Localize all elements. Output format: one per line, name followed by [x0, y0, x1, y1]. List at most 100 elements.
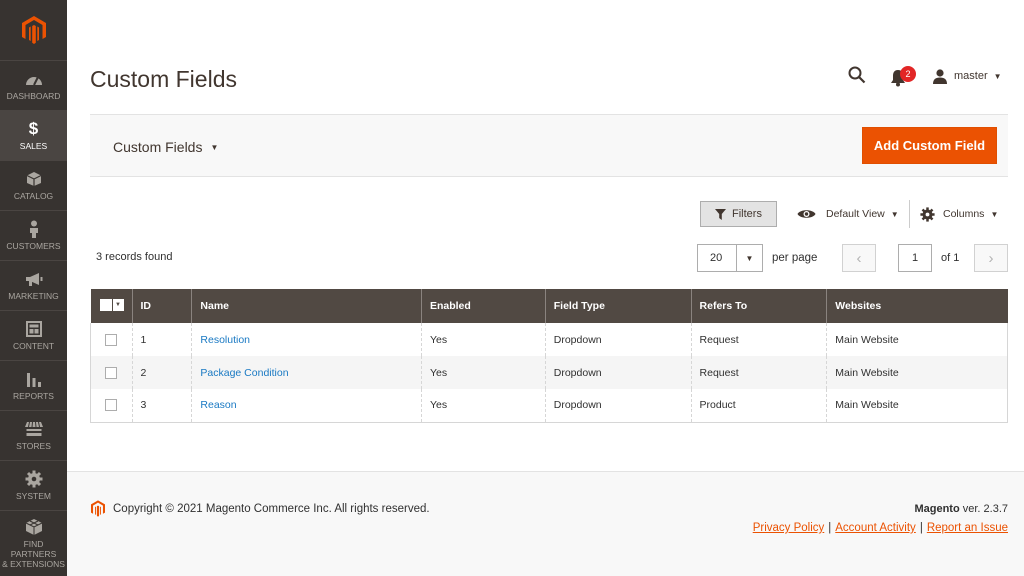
view-label: Default View	[826, 208, 885, 220]
cell-refers-to: Request	[690, 356, 827, 389]
sidebar-item-label: System	[16, 491, 51, 501]
sidebar-item-reports[interactable]: Reports	[0, 360, 67, 410]
columns-switcher[interactable]: Columns ▼	[920, 205, 998, 223]
select-all-checkbox[interactable]	[99, 298, 112, 311]
sidebar-item-system[interactable]: System	[0, 460, 67, 510]
account-activity-link[interactable]: Account Activity	[835, 522, 916, 534]
sidebar-item-customers[interactable]: Customers	[0, 210, 67, 260]
gear-icon	[920, 206, 935, 222]
column-header-field-type[interactable]: Field Type	[544, 289, 692, 323]
version-info: Magento ver. 2.3.7	[914, 503, 1008, 515]
sidebar-item-label: & Extensions	[2, 559, 65, 569]
cell-websites: Main Website	[826, 356, 1008, 389]
sidebar-item-label: Find Partners	[10, 539, 57, 559]
sidebar-item-marketing[interactable]: Marketing	[0, 260, 67, 310]
previous-page-button[interactable]: ‹	[842, 244, 876, 272]
cell-name: Resolution	[191, 323, 422, 356]
chevron-down-icon[interactable]: ▼	[736, 245, 762, 271]
cell-name: Reason	[191, 389, 422, 423]
person-icon	[28, 220, 40, 238]
view-switcher[interactable]: Default View ▼	[797, 205, 899, 223]
current-page-input[interactable]	[898, 244, 932, 272]
username-label: master	[954, 70, 988, 82]
cell-field-type: Dropdown	[544, 323, 692, 356]
row-checkbox[interactable]	[105, 333, 117, 346]
sidebar-item-catalog[interactable]: Catalog	[0, 160, 67, 210]
cell-websites: Main Website	[826, 323, 1008, 356]
sidebar-item-label: Catalog	[13, 191, 54, 201]
cell-id: 3	[131, 389, 192, 423]
chevron-left-icon: ‹	[856, 249, 862, 267]
chevron-down-icon: ▼	[210, 142, 219, 152]
chevron-down-icon[interactable]: ▼	[112, 298, 124, 311]
chevron-down-icon: ▼	[990, 209, 999, 219]
sidebar-item-content[interactable]: Content	[0, 310, 67, 360]
filters-button[interactable]: Filters	[700, 201, 777, 227]
sidebar-item-stores[interactable]: Stores	[0, 410, 67, 460]
cell-enabled: Yes	[420, 356, 546, 389]
row-checkbox[interactable]	[105, 366, 117, 379]
per-page-value: 20	[710, 252, 723, 264]
user-account-menu[interactable]: master ▼	[932, 67, 1002, 85]
columns-label: Columns	[943, 208, 985, 220]
magento-logo-icon	[21, 16, 46, 44]
divider	[909, 200, 910, 228]
filter-icon	[715, 208, 727, 220]
mass-select-header[interactable]: ▼	[90, 289, 132, 323]
table-row[interactable]: 2 Package Condition Yes Dropdown Request…	[90, 356, 1008, 389]
sidebar-item-label: Customers	[6, 241, 61, 251]
column-header-id[interactable]: ID	[131, 289, 192, 323]
column-header-enabled[interactable]: Enabled	[420, 289, 546, 323]
column-header-refers-to[interactable]: Refers To	[690, 289, 827, 323]
row-checkbox-cell	[90, 389, 132, 423]
field-name-link[interactable]: Resolution	[200, 334, 250, 346]
add-custom-field-button[interactable]: Add Custom Field	[862, 127, 997, 164]
cell-id: 2	[131, 356, 192, 389]
gear-icon	[25, 470, 43, 488]
footer-links: Privacy Policy | Account Activity | Report a…	[753, 522, 1008, 534]
user-icon	[933, 68, 947, 84]
total-pages-label: of 1	[941, 252, 960, 264]
cell-websites: Main Website	[826, 389, 1008, 423]
version-number: ver. 2.3.7	[959, 503, 1008, 515]
table-row[interactable]: 1 Resolution Yes Dropdown Request Main W…	[90, 323, 1008, 356]
sidebar-item-sales[interactable]: $ Sales	[0, 110, 67, 160]
link-separator: |	[828, 522, 832, 534]
admin-sidebar: Dashboard $ Sales Catalog Customers Mark…	[0, 0, 67, 576]
eye-icon	[797, 210, 816, 218]
privacy-policy-link[interactable]: Privacy Policy	[753, 522, 825, 534]
custom-fields-table: ▼ ID Name Enabled Field Type Refers To W…	[90, 289, 1008, 423]
store-icon	[24, 420, 43, 438]
row-checkbox[interactable]	[105, 399, 117, 412]
sidebar-item-label: Reports	[13, 391, 54, 401]
megaphone-icon	[25, 270, 43, 288]
sidebar-item-label: Dashboard	[6, 91, 61, 101]
per-page-label: per page	[772, 252, 818, 264]
magento-logo[interactable]	[0, 0, 67, 60]
sidebar-item-label: Stores	[16, 441, 51, 451]
search-icon[interactable]	[848, 66, 868, 86]
table-header-row: ▼ ID Name Enabled Field Type Refers To W…	[90, 289, 1008, 323]
cell-refers-to: Product	[690, 389, 827, 423]
link-separator: |	[919, 522, 923, 534]
sidebar-item-dashboard[interactable]: Dashboard	[0, 60, 67, 110]
field-name-link[interactable]: Reason	[200, 399, 236, 411]
table-row[interactable]: 3 Reason Yes Dropdown Product Main Websi…	[90, 389, 1008, 423]
next-page-button[interactable]: ›	[974, 244, 1008, 272]
sidebar-item-label: Sales	[19, 141, 48, 151]
field-name-link[interactable]: Package Condition	[200, 367, 288, 379]
column-header-websites[interactable]: Websites	[826, 289, 1008, 323]
filters-label: Filters	[732, 208, 762, 220]
column-header-name[interactable]: Name	[191, 289, 422, 323]
sidebar-item-find-partners[interactable]: Find Partners & Extensions	[0, 510, 67, 576]
chevron-down-icon: ▼	[993, 71, 1002, 81]
custom-fields-switcher[interactable]: Custom Fields ▼	[113, 139, 218, 155]
layout-icon	[25, 320, 42, 338]
dollar-icon: $	[28, 119, 39, 138]
row-checkbox-cell	[90, 356, 132, 389]
per-page-select[interactable]: 20 ▼	[697, 244, 763, 272]
sidebar-item-label: Content	[12, 341, 55, 351]
report-issue-link[interactable]: Report an Issue	[927, 522, 1008, 534]
chevron-right-icon: ›	[988, 249, 994, 267]
cell-field-type: Dropdown	[544, 389, 692, 423]
